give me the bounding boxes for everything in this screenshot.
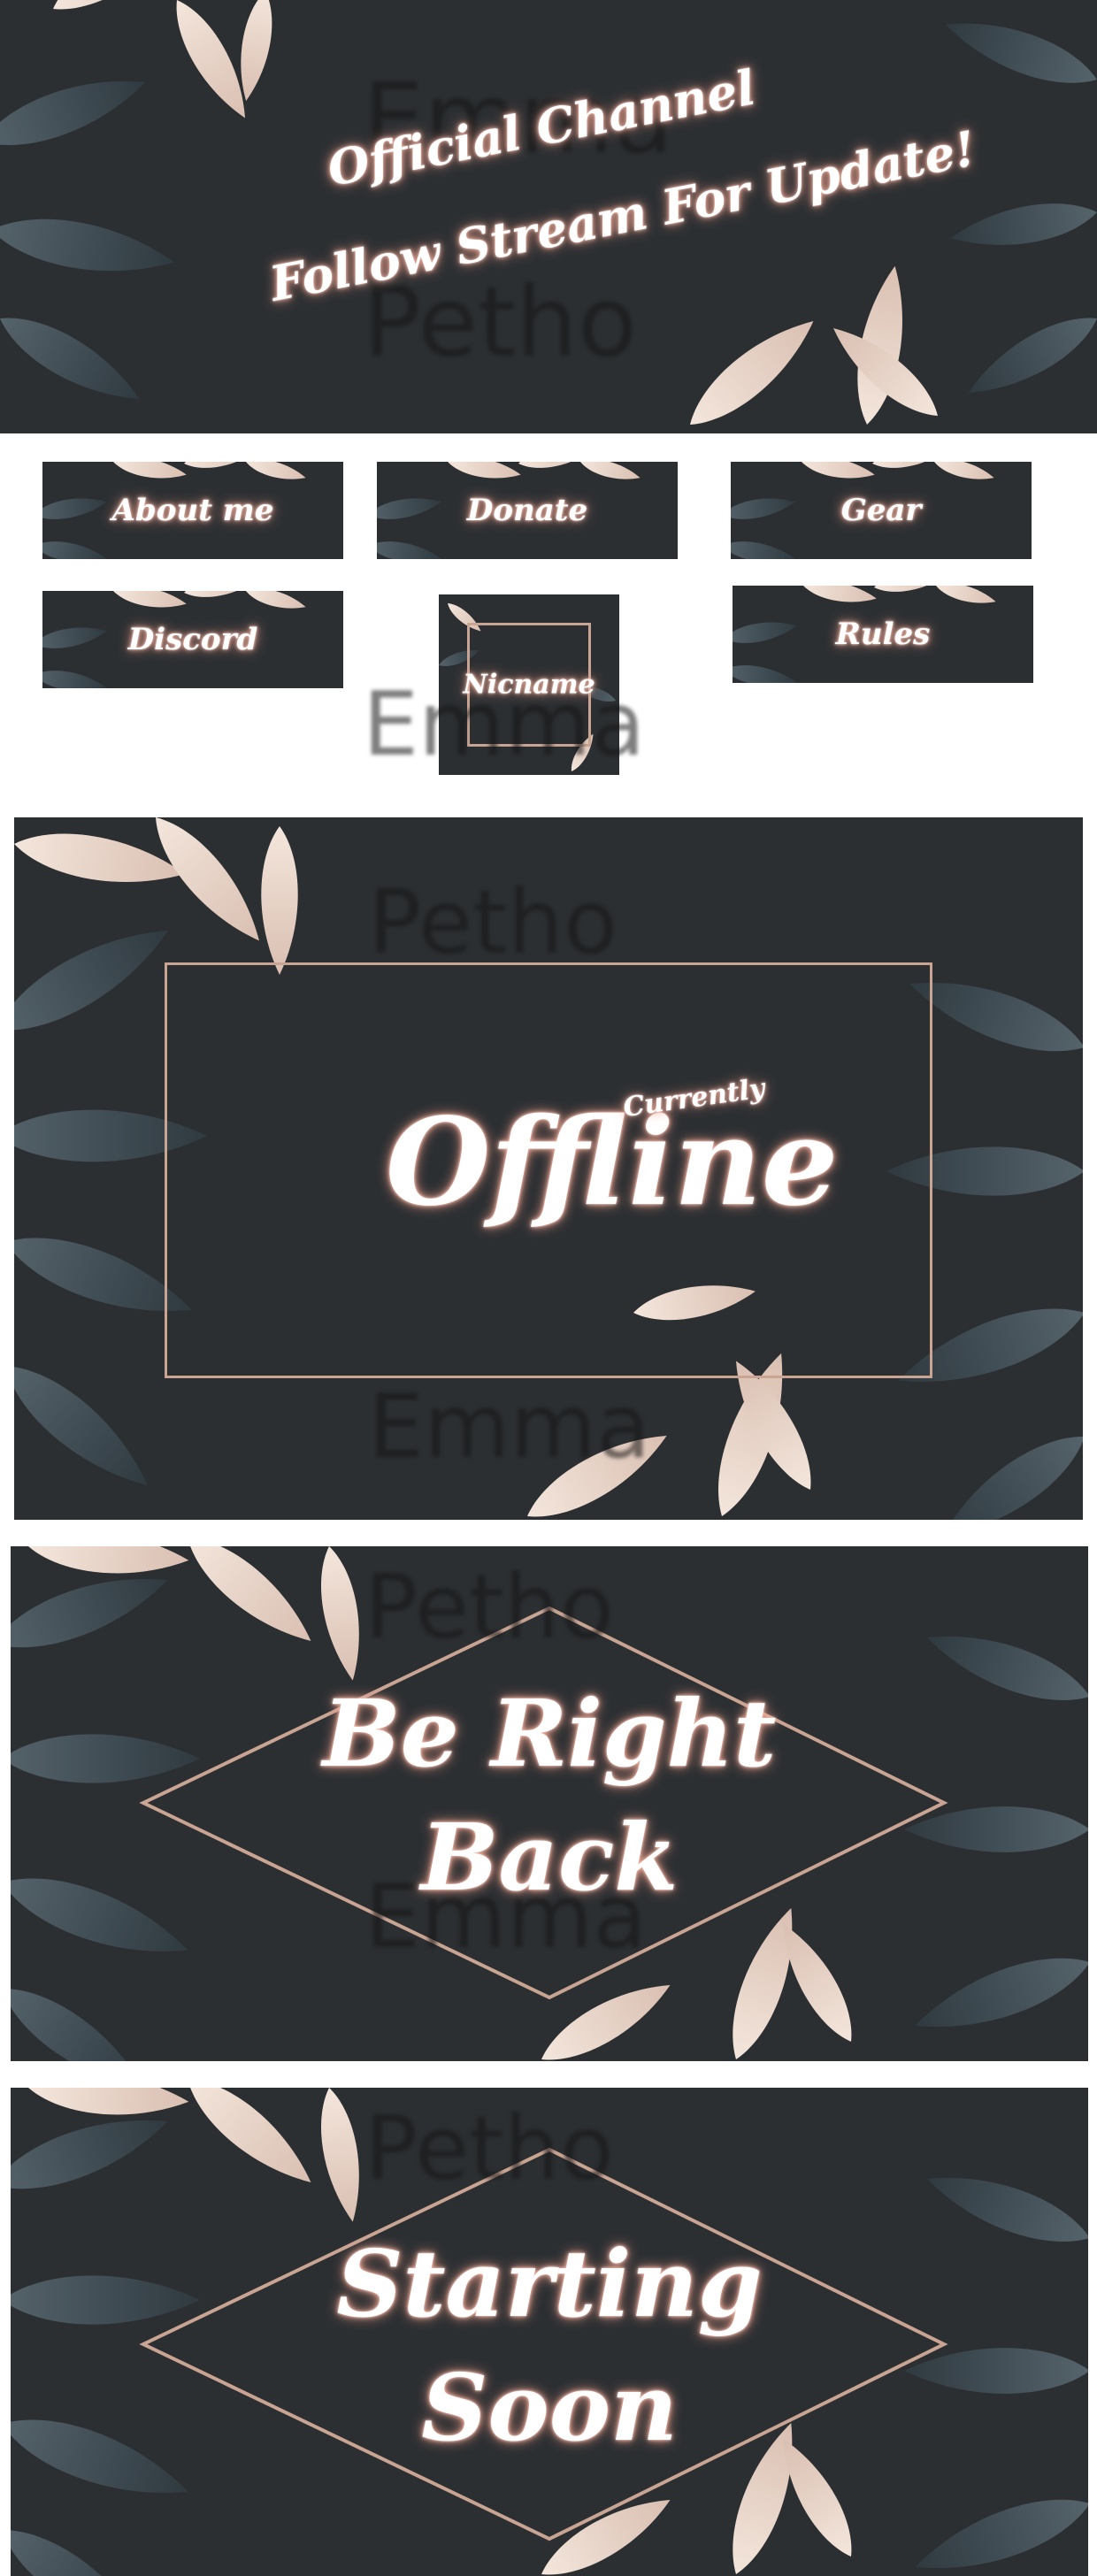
be-right-back-screen: Petho Emma Be Right Back: [11, 1546, 1088, 2061]
rules-panel[interactable]: Rules: [733, 586, 1033, 683]
brb-line2: Back: [420, 1803, 679, 1912]
watermark-last-4: Petho: [364, 2097, 615, 2200]
about-me-label: About me: [111, 493, 274, 528]
watermark-first-2: Emma: [363, 672, 646, 776]
offline-screen: Petho Emma Offline Currently: [14, 817, 1083, 1520]
channel-banner: Emma Petho Official Channel Follow Strea…: [0, 0, 1097, 433]
gear-panel[interactable]: Gear: [731, 462, 1032, 559]
gear-label: Gear: [840, 493, 922, 528]
watermark-last-3: Petho: [364, 1555, 615, 1659]
donate-panel[interactable]: Donate: [377, 462, 678, 559]
starting-line1: Starting: [336, 2229, 763, 2338]
watermark-last-2: Petho: [368, 870, 618, 974]
donate-label: Donate: [466, 493, 588, 528]
rules-label: Rules: [835, 617, 931, 652]
brb-line1: Be Right: [322, 1679, 777, 1788]
discord-label: Discord: [127, 622, 258, 657]
starting-line2: Soon: [421, 2353, 678, 2462]
starting-soon-screen: Petho Starting Soon: [11, 2088, 1088, 2576]
watermark-first-3: Emma: [368, 1375, 651, 1478]
about-me-panel[interactable]: About me: [42, 462, 343, 559]
offline-main: Offline: [386, 1092, 839, 1233]
discord-panel[interactable]: Discord: [42, 591, 343, 688]
